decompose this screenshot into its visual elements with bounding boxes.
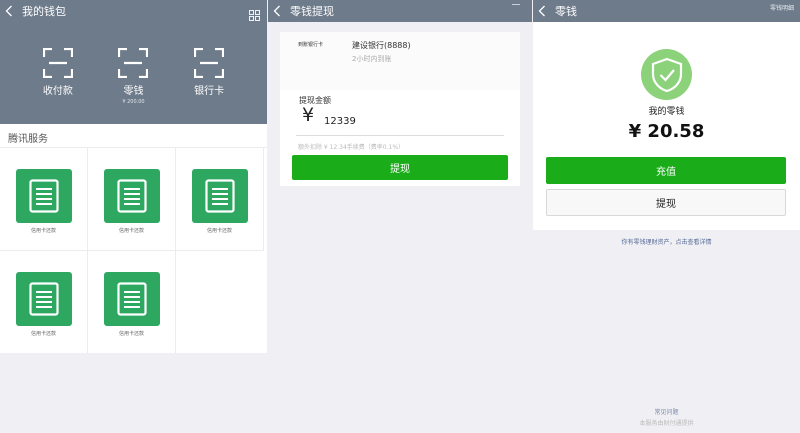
page-title: 零钱 [555,5,577,18]
service-label: 信用卡还款 [206,228,232,234]
hero-label: 收付款 [42,86,73,97]
document-list-icon [15,272,72,326]
section-title: 腾讯服务 [8,134,48,145]
scan-frame-icon [118,48,149,78]
bank-name: 建设银行(8888) [352,41,411,50]
withdraw-button[interactable]: 提现 [546,189,786,216]
service-credit-card-5[interactable]: 信用卡还款 [88,251,176,354]
back-icon[interactable] [268,0,286,22]
bank-card-label: 到账银行卡 [298,42,324,48]
wallet-hero: 收付款 零钱 ¥ 200.00 银行卡 [0,22,267,124]
hero-label: 银行卡 [194,86,225,97]
arrival-time: 2小时内到账 [352,55,392,63]
service-credit-card-4[interactable]: 信用卡还款 [0,251,88,354]
balance-card: 我的零钱 ¥ 20.58 充值 提现 [533,22,800,230]
document-list-icon [15,169,72,223]
tencent-services: 腾讯服务 信用卡还款 信用卡还款 信用卡还款 信用卡还款 信用卡还款 [0,124,267,354]
change-balance: ¥ 200.00 [122,99,145,105]
hero-bank-card[interactable]: 银行卡 [179,48,239,124]
balance-amount: ¥ 20.58 [628,121,705,142]
hero-change[interactable]: 零钱 ¥ 200.00 [103,48,163,124]
service-label: 信用卡还款 [30,331,56,337]
withdraw-button[interactable]: 提现 [292,155,508,180]
scan-frame-icon [42,48,73,78]
scan-frame-icon [194,48,225,78]
wallet-screen: 我的钱包 收付款 零钱 ¥ 200.00 银行卡 腾讯服务 信用卡还款 信用卡还… [0,0,267,433]
withdraw-navbar: 零钱提现 [268,0,532,22]
document-list-icon [103,272,160,326]
change-navbar: 零钱 零钱明细 [533,0,800,22]
my-change-label: 我的零钱 [648,107,685,117]
back-icon[interactable] [533,0,551,22]
hero-receive-pay[interactable]: 收付款 [28,48,88,124]
service-label: 信用卡还款 [118,331,144,337]
recharge-button[interactable]: 充值 [546,157,786,184]
page-title: 我的钱包 [22,5,66,18]
screen: 我的钱包 收付款 零钱 ¥ 200.00 银行卡 腾讯服务 信用卡还款 信用卡还… [0,0,800,433]
page-title: 零钱提现 [290,5,334,18]
change-details-link[interactable]: 零钱明细 [770,3,794,12]
withdraw-card: 到账银行卡 建设银行(8888) 2小时内到账 提现金额 ¥ 12339 额外扣… [280,32,520,186]
change-screen: 零钱 零钱明细 我的零钱 ¥ 20.58 充值 提现 你有零钱理财资产，点击查看… [533,0,800,433]
service-credit-card-3[interactable]: 信用卡还款 [176,148,264,251]
amount-underline [296,135,504,136]
fee-note: 额外扣除 ¥ 12.34手续费（费率0.1%） [298,144,405,151]
service-credit-card-2[interactable]: 信用卡还款 [88,148,176,251]
service-credit-card-1[interactable]: 信用卡还款 [0,148,88,251]
service-label: 信用卡还款 [30,228,56,234]
shield-check-icon [641,49,692,100]
amount-input[interactable]: 12339 [324,116,356,127]
bank-card-row[interactable]: 到账银行卡 建设银行(8888) 2小时内到账 [280,32,520,90]
more-icon[interactable] [512,4,520,5]
service-empty-cell [176,251,264,354]
withdraw-screen: 零钱提现 到账银行卡 建设银行(8888) 2小时内到账 提现金额 ¥ 1233… [268,0,532,433]
document-list-icon [103,169,160,223]
faq-link[interactable]: 常见问题 [533,407,800,416]
currency-symbol: ¥ [302,104,315,126]
service-grid: 信用卡还款 信用卡还款 信用卡还款 信用卡还款 信用卡还款 [0,147,267,354]
service-label: 信用卡还款 [118,228,144,234]
wealth-tip-link[interactable]: 你有零钱理财资产，点击查看详情 [533,237,800,246]
back-icon[interactable] [0,0,18,22]
grid-menu-icon[interactable] [249,6,260,25]
provider-note: 本服务由财付通提供 [639,420,694,427]
wallet-navbar: 我的钱包 [0,0,267,22]
hero-label: 零钱 [123,86,144,97]
document-list-icon [191,169,248,223]
